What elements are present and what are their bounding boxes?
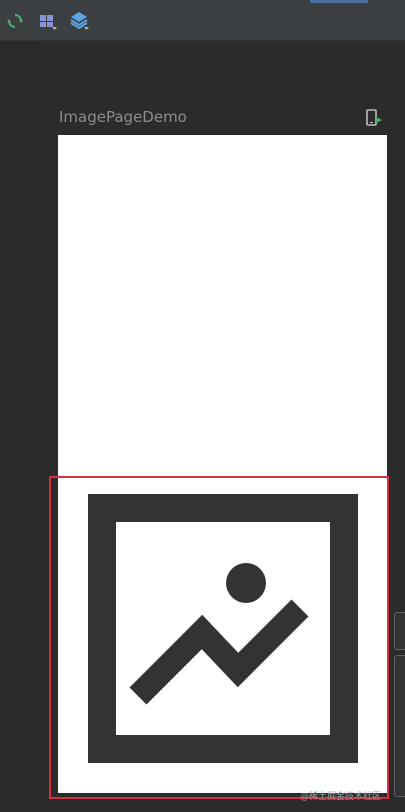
side-panel-collapse-handle[interactable] [394,612,405,650]
designer-toolbar [0,0,405,41]
layers-icon[interactable] [70,11,90,31]
device-preview-icon[interactable] [365,108,383,128]
side-panel-tools[interactable] [394,655,405,797]
canvas-left-gutter [0,41,40,812]
active-tab-indicator [310,0,368,3]
page-title: ImagePageDemo [59,108,187,126]
refresh-icon[interactable] [5,11,25,31]
layout-grid-icon[interactable] [38,11,58,31]
watermark: @稀土掘金技术社区 [300,792,382,802]
selected-component-outline [49,476,389,799]
